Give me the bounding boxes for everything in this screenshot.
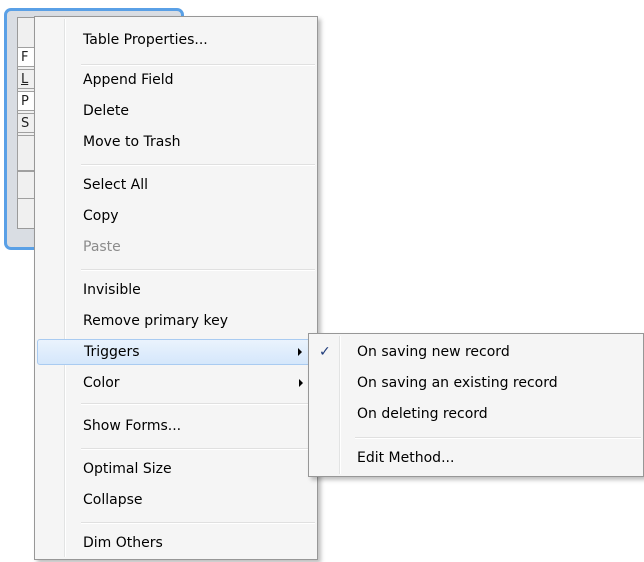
menu-separator: [355, 437, 641, 439]
menu-item-paste: Paste: [83, 239, 121, 255]
menu-separator: [81, 403, 315, 405]
submenu-item-on-saving-new-record[interactable]: ✓ On saving new record: [311, 339, 641, 365]
menu-separator: [81, 448, 315, 450]
menu-item-color-label: Color: [83, 375, 120, 391]
menu-item-dim-others[interactable]: Dim Others: [37, 530, 315, 556]
menu-item-table-properties[interactable]: Table Properties...: [37, 27, 315, 53]
checkmark-icon: ✓: [319, 344, 331, 360]
menu-item-triggers-label: Triggers: [84, 344, 140, 360]
menu-item-optimal-size[interactable]: Optimal Size: [37, 456, 315, 482]
menu-item-color[interactable]: Color: [37, 370, 315, 396]
submenu-item-edit-method[interactable]: Edit Method...: [311, 445, 641, 471]
menu-separator: [81, 522, 315, 524]
menu-separator: [81, 64, 315, 66]
submenu-item-on-deleting-record[interactable]: On deleting record: [311, 401, 641, 427]
menu-item-delete[interactable]: Delete: [37, 98, 315, 124]
menu-item-select-all[interactable]: Select All: [37, 172, 315, 198]
menu-separator: [81, 164, 315, 166]
submenu-arrow-icon: [299, 379, 303, 387]
menu-item-remove-primary-key[interactable]: Remove primary key: [37, 308, 315, 334]
menu-item-append-field[interactable]: Append Field: [37, 67, 315, 93]
submenu-item-label: On saving new record: [357, 344, 510, 360]
menu-item-show-forms[interactable]: Show Forms...: [37, 413, 315, 439]
menu-item-triggers[interactable]: Triggers: [37, 339, 315, 365]
submenu-arrow-icon: [298, 348, 302, 356]
menu-separator: [81, 269, 315, 271]
triggers-submenu: ✓ On saving new record On saving an exis…: [308, 333, 644, 477]
menu-item-copy[interactable]: Copy: [37, 203, 315, 229]
menu-item-move-to-trash[interactable]: Move to Trash: [37, 129, 315, 155]
menu-item-collapse[interactable]: Collapse: [37, 487, 315, 513]
menu-item-invisible[interactable]: Invisible: [37, 277, 315, 303]
submenu-item-on-saving-existing-record[interactable]: On saving an existing record: [311, 370, 641, 396]
context-menu: Table Properties... Append Field Delete …: [34, 16, 318, 560]
